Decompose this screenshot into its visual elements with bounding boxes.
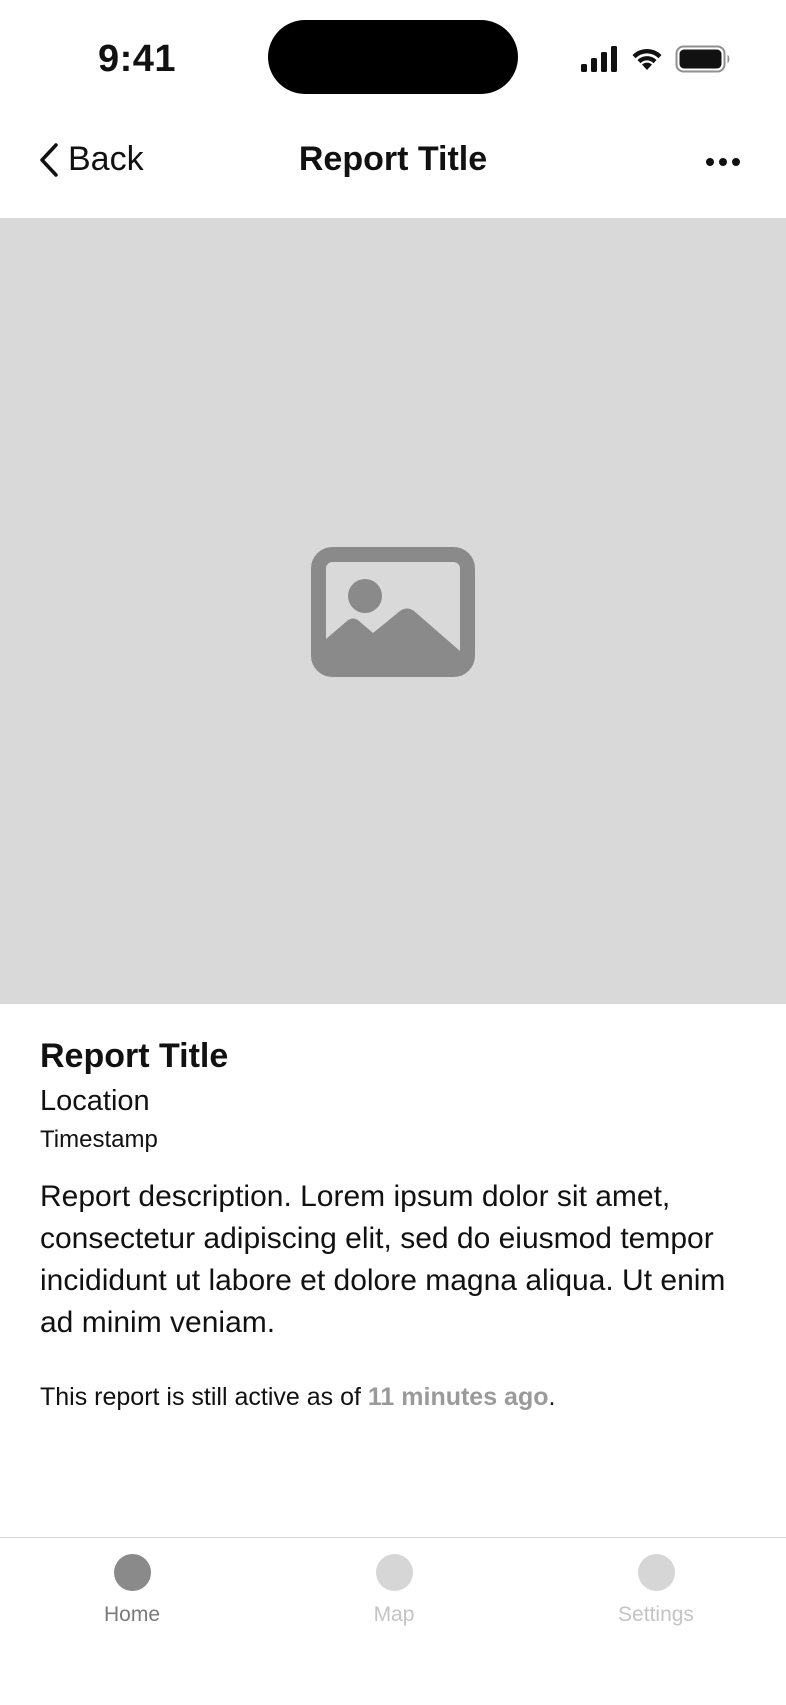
back-label: Back [68, 140, 144, 178]
tab-settings-label: Settings [618, 1603, 694, 1626]
report-details: Report Title Location Timestamp Report d… [40, 1034, 746, 1414]
status-time-ago: 11 minutes ago [367, 1383, 549, 1411]
back-button[interactable]: Back [38, 140, 144, 179]
report-title: Report Title [40, 1037, 229, 1075]
wifi-icon [632, 48, 662, 70]
status-icons [581, 44, 731, 74]
report-location: Location [40, 1085, 150, 1117]
more-options-button[interactable] [698, 146, 748, 178]
battery-icon [675, 45, 730, 73]
status-suffix: . [548, 1383, 556, 1411]
status-prefix: This report is still active as of [40, 1383, 368, 1411]
tab-settings[interactable]: Settings [586, 1554, 726, 1627]
nav-bar: Back Report Title [0, 112, 786, 218]
tab-map[interactable]: Map [324, 1554, 464, 1627]
status-bar: 9:41 [0, 0, 786, 112]
tab-home[interactable]: Home [62, 1554, 202, 1627]
status-time: 9:41 [98, 38, 177, 80]
tab-map-label: Map [373, 1603, 415, 1626]
dynamic-island [268, 20, 518, 94]
report-timestamp: Timestamp [40, 1126, 158, 1153]
ellipsis-icon [706, 158, 740, 166]
cellular-signal-icon [581, 46, 617, 72]
image-placeholder-icon [311, 547, 475, 677]
report-status: This report is still active as of 11 min… [40, 1380, 746, 1414]
settings-icon [637, 1554, 675, 1591]
map-icon [375, 1554, 413, 1591]
tab-bar: Home Map Settings [0, 1537, 786, 1705]
chevron-left-icon [40, 142, 58, 177]
tab-home-label: Home [103, 1603, 161, 1626]
report-description: Report description. Lorem ipsum dolor si… [40, 1180, 726, 1339]
report-image [0, 218, 786, 1004]
home-icon [113, 1554, 151, 1591]
